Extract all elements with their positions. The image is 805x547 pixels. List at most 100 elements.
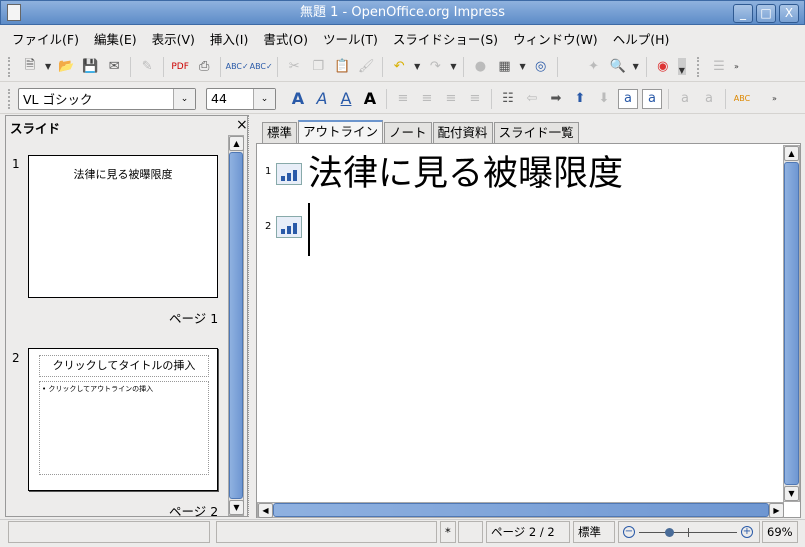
bold-icon[interactable]: A	[288, 89, 308, 109]
scroll-down-button[interactable]: ▼	[784, 486, 799, 501]
slides-vertical-scrollbar[interactable]: ▲ ▼	[228, 135, 244, 516]
tab-notes[interactable]: ノート	[384, 122, 432, 143]
underline-icon[interactable]: A	[336, 89, 356, 109]
outline-vertical-scrollbar[interactable]: ▲ ▼	[783, 145, 800, 502]
menu-edit[interactable]: 編集(E)	[88, 29, 146, 48]
menu-file[interactable]: ファイル(F)	[6, 29, 88, 48]
increase-spacing-icon[interactable]: a	[618, 88, 638, 109]
signature-indicator[interactable]	[458, 521, 483, 543]
justify-icon[interactable]: ≡	[465, 89, 485, 109]
star-icon[interactable]: ✦	[584, 57, 604, 77]
align-center-icon[interactable]: ≡	[417, 89, 437, 109]
move-up-icon[interactable]: ⬆	[570, 89, 590, 109]
scroll-up-button[interactable]: ▲	[784, 146, 799, 161]
zoom-in-button[interactable]: +	[741, 526, 753, 538]
menu-tools[interactable]: ツール(T)	[317, 29, 387, 48]
scroll-left-button[interactable]: ◀	[258, 503, 273, 518]
close-window-button[interactable]: X	[779, 4, 799, 23]
chart-icon[interactable]: ●	[470, 57, 490, 77]
new-icon[interactable]: 🗎	[20, 57, 40, 77]
zoom-out-button[interactable]: −	[623, 526, 635, 538]
toolbar-overflow-icon[interactable]: »	[734, 62, 739, 71]
bullets-icon[interactable]: ☷	[498, 89, 518, 109]
scrollbar-thumb[interactable]	[273, 503, 769, 517]
modified-indicator[interactable]: *	[440, 521, 456, 543]
font-name-value[interactable]: VL ゴシック	[19, 89, 173, 108]
save-icon[interactable]: 💾	[80, 57, 100, 77]
paste-icon[interactable]: 📋	[332, 57, 352, 77]
slide-thumbnail-2[interactable]: クリックしてタイトルの挿入 • クリックしてアウトラインの挿入	[28, 348, 218, 491]
font-size-combo[interactable]: 44 ⌄	[206, 87, 276, 110]
subscript-icon[interactable]: a	[699, 89, 719, 109]
minimize-button[interactable]: _	[733, 4, 753, 23]
outline-horizontal-scrollbar[interactable]: ◀ ▶	[257, 502, 784, 518]
fontwork-icon[interactable]: ABC	[732, 89, 752, 109]
open-icon[interactable]: 📂	[56, 57, 76, 77]
edit-file-icon[interactable]: ✎	[137, 57, 157, 77]
toolbar-grip[interactable]	[696, 56, 701, 77]
autospellcheck-icon[interactable]: ABC✓	[250, 57, 273, 77]
superscript-icon[interactable]: a	[675, 89, 695, 109]
chevron-down-icon[interactable]: ⌄	[173, 88, 195, 109]
menu-view[interactable]: 表示(V)	[146, 29, 204, 48]
scrollbar-thumb[interactable]	[784, 162, 799, 485]
slide-icon[interactable]	[276, 163, 302, 185]
undo-icon[interactable]: ↶	[389, 57, 409, 77]
email-icon[interactable]: ✉	[104, 57, 124, 77]
toolbar-overflow-icon[interactable]: »	[772, 94, 777, 103]
menu-format[interactable]: 書式(O)	[257, 29, 317, 48]
spellcheck-icon[interactable]: ABC✓	[226, 57, 249, 77]
new-dropdown-icon[interactable]: ▼	[45, 62, 51, 71]
maximize-button[interactable]: □	[756, 4, 776, 23]
close-panel-button[interactable]: ×	[236, 117, 248, 133]
panel-splitter[interactable]	[248, 115, 254, 517]
redo-icon[interactable]: ↷	[425, 57, 445, 77]
outline-slide-title[interactable]: 法律に見る被曝限度	[308, 152, 623, 196]
align-right-icon[interactable]: ≡	[441, 89, 461, 109]
move-down-icon[interactable]: ⬇	[594, 89, 614, 109]
slide-thumbnail-1[interactable]: 法律に見る被曝限度	[28, 155, 218, 298]
tab-normal[interactable]: 標準	[262, 122, 298, 143]
table-dropdown-icon[interactable]: ▼	[519, 62, 525, 71]
toolbar-options-icon[interactable]: ▼	[677, 58, 686, 75]
navigator-icon[interactable]: ◎	[531, 57, 551, 77]
redo-dropdown-icon[interactable]: ▼	[450, 62, 456, 71]
zoom-percent[interactable]: 69%	[762, 521, 798, 543]
zoom-icon[interactable]: 🔍	[608, 57, 628, 77]
decrease-spacing-icon[interactable]: a	[642, 88, 662, 109]
menu-help[interactable]: ヘルプ(H)	[607, 29, 679, 48]
scroll-right-button[interactable]: ▶	[769, 503, 784, 518]
italic-icon[interactable]: A	[312, 89, 332, 109]
shadow-icon[interactable]: A	[360, 89, 380, 109]
toolbar-grip[interactable]	[8, 88, 12, 109]
undo-dropdown-icon[interactable]: ▼	[414, 62, 420, 71]
outline-view[interactable]: 1 法律に見る被曝限度 2 ▲ ▼ ◀ ▶	[256, 143, 801, 518]
slide-icon[interactable]	[276, 216, 302, 238]
demote-icon[interactable]: ➡	[546, 89, 566, 109]
scroll-up-button[interactable]: ▲	[229, 136, 244, 151]
tab-handout[interactable]: 配付資料	[432, 122, 493, 143]
scroll-down-button[interactable]: ▼	[229, 500, 244, 515]
format-paintbrush-icon[interactable]: 🖌	[356, 57, 376, 77]
zoom-slider[interactable]: − +	[618, 521, 760, 543]
export-pdf-icon[interactable]: PDF	[170, 57, 190, 77]
menu-insert[interactable]: 挿入(I)	[204, 29, 257, 48]
tab-outline[interactable]: アウトライン	[298, 120, 384, 143]
scrollbar-thumb[interactable]	[229, 152, 243, 499]
menu-slideshow[interactable]: スライドショー(S)	[387, 29, 507, 48]
align-left-icon[interactable]: ≡	[393, 89, 413, 109]
chevron-down-icon[interactable]: ⌄	[253, 88, 275, 109]
table-icon[interactable]: ▦	[494, 57, 514, 77]
print-icon[interactable]: ⎙	[194, 57, 214, 77]
font-size-value[interactable]: 44	[207, 91, 253, 106]
copy-icon[interactable]: ❐	[308, 57, 328, 77]
help-icon[interactable]: ◉	[653, 57, 673, 77]
zoom-slider-knob[interactable]	[665, 528, 674, 537]
tab-slide-sorter[interactable]: スライド一覧	[493, 122, 579, 143]
toolbar-grip[interactable]	[8, 56, 12, 77]
font-name-combo[interactable]: VL ゴシック ⌄	[18, 87, 196, 110]
zoom-dropdown-icon[interactable]: ▼	[633, 62, 639, 71]
layout-indicator[interactable]: 標準	[573, 521, 615, 543]
promote-icon[interactable]: ⇦	[522, 89, 542, 109]
menu-window[interactable]: ウィンドウ(W)	[507, 29, 607, 48]
